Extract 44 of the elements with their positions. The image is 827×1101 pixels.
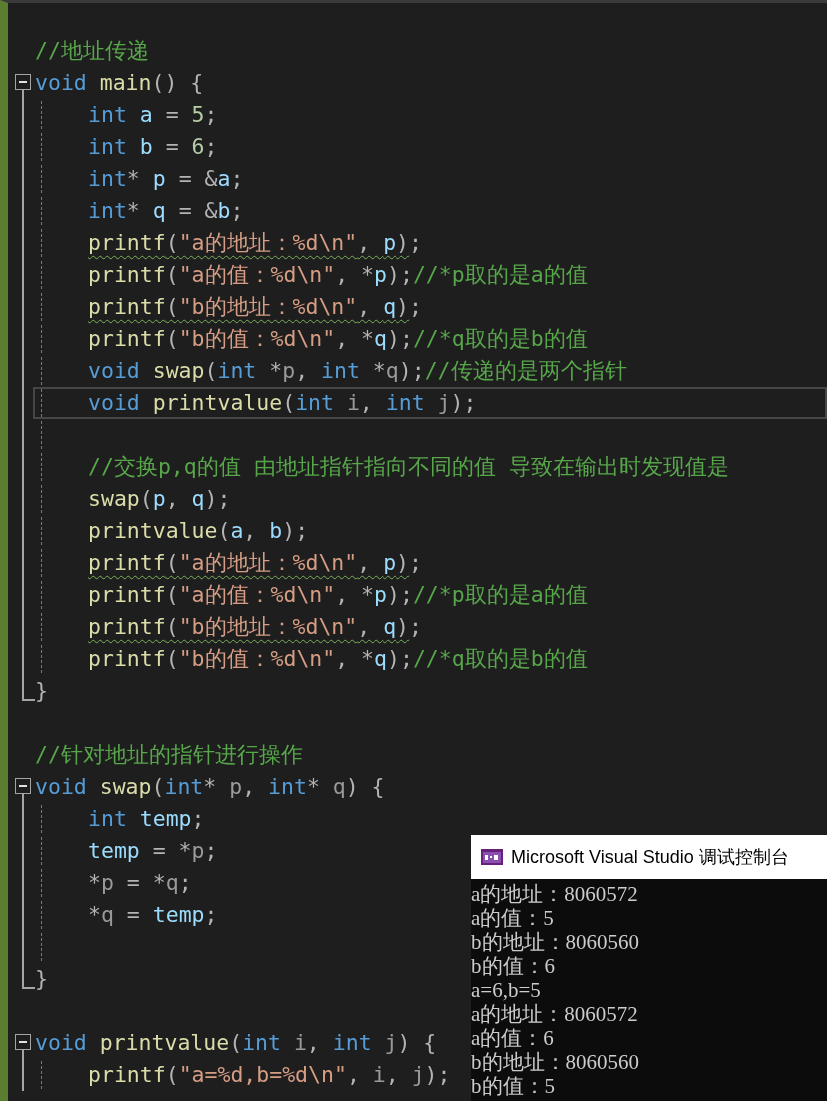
console-output-line: b的值：5 (471, 1074, 556, 1098)
fold-toggle[interactable] (15, 1034, 31, 1050)
code-line: printf("b的地址：%d\n", q); (88, 613, 422, 641)
code-line: int* p = &a; (88, 165, 244, 193)
console-output-line: a=6,b=5 (471, 978, 542, 1002)
code-line: //交换p,q的值 由地址指针指向不同的值 导致在输出时发现值是 (88, 453, 729, 481)
code-line: void swap(int* p, int* q) { (35, 773, 385, 801)
code-line: *p = *q; (88, 869, 192, 897)
code-line: swap(p, q); (88, 485, 231, 513)
console-icon (481, 849, 503, 865)
console-output-line: b的地址：8060560 (471, 930, 640, 954)
code-line: printf("a的地址：%d\n", p); (88, 549, 422, 577)
code-line: void swap(int *p, int *q);//传递的是两个指针 (88, 357, 627, 385)
code-line: int b = 6; (88, 133, 218, 161)
code-line: void main() { (35, 69, 204, 97)
code-line: } (35, 965, 48, 993)
code-line: printf("a的值：%d\n", *p);//*p取的是a的值 (88, 581, 588, 609)
console-output-line: a的地址：8060572 (471, 1002, 639, 1026)
code-line: printvalue(a, b); (88, 517, 309, 545)
code-line: int temp; (88, 805, 205, 833)
code-line: printf("b的值：%d\n", *q);//*q取的是b的值 (88, 645, 588, 673)
code-line: printf("a=%d,b=%d\n", i, j); (88, 1061, 451, 1089)
code-line: printf("a的地址：%d\n", p); (88, 229, 422, 257)
code-line: //针对地址的指针进行操作 (35, 741, 303, 769)
code-line: printf("a的值：%d\n", *p);//*p取的是a的值 (88, 261, 588, 289)
fold-toggle[interactable] (15, 74, 31, 90)
code-line: void printvalue(int i, int j) { (35, 1029, 437, 1057)
console-output-line: b的地址：8060560 (471, 1050, 640, 1074)
code-line: *q = temp; (88, 901, 218, 929)
console-output-line: a的值：6 (471, 1026, 555, 1050)
code-line: printf("b的地址：%d\n", q); (88, 293, 422, 321)
code-line: } (35, 677, 48, 705)
code-line: void printvalue(int i, int j); (88, 389, 477, 417)
console-output-line: a的值：5 (471, 906, 555, 930)
console-output-line: a的地址：8060572 (471, 882, 639, 906)
code-line: temp = *p; (88, 837, 218, 865)
code-line: int a = 5; (88, 101, 218, 129)
code-line: printf("b的值：%d\n", *q);//*q取的是b的值 (88, 325, 588, 353)
fold-toggle[interactable] (15, 778, 31, 794)
console-title: Microsoft Visual Studio 调试控制台 (511, 846, 789, 869)
code-line: //地址传递 (35, 37, 149, 65)
console-output-line: b的值：6 (471, 954, 556, 978)
code-editor[interactable] (0, 0, 827, 1101)
code-line: int* q = &b; (88, 197, 244, 225)
